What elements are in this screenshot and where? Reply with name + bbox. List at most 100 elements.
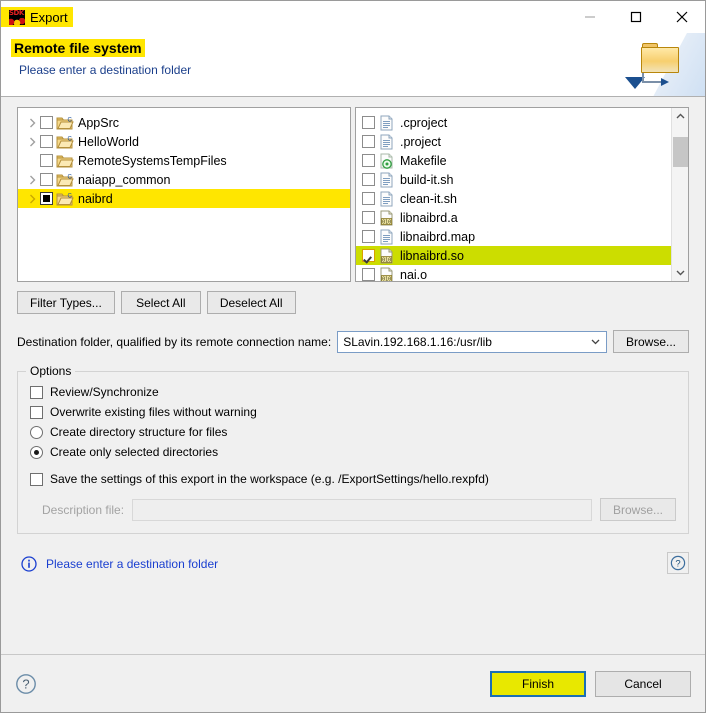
question-mark-circle-icon: ?: [16, 673, 36, 694]
file-list-pane[interactable]: .cproject .project Makefile build-it.sh clea…: [355, 107, 689, 282]
chevron-up-icon[interactable]: [672, 108, 689, 125]
chevron-right-icon[interactable]: [24, 134, 40, 150]
document-icon: [378, 172, 396, 188]
option-label: Review/Synchronize: [50, 385, 159, 399]
finish-button[interactable]: Finish: [490, 670, 586, 697]
file-row-label: Makefile: [400, 153, 447, 168]
option-create-directory-structure[interactable]: Create directory structure for files: [30, 422, 676, 442]
tree-row[interactable]: Cnaiapp_common: [18, 170, 350, 189]
file-row-label: libnaibrd.a: [400, 210, 458, 225]
cancel-button[interactable]: Cancel: [595, 670, 691, 697]
destination-combo[interactable]: SLavin.192.168.1.16:/usr/lib: [337, 330, 607, 353]
file-row-label: .cproject: [400, 115, 448, 130]
export-dialog-window: Export Remote file system Please enter a…: [0, 0, 706, 713]
checkbox-icon[interactable]: [40, 173, 53, 186]
destination-value: SLavin.192.168.1.16:/usr/lib: [343, 334, 492, 349]
document-icon: [378, 134, 396, 150]
radio-icon-selected[interactable]: [30, 445, 43, 459]
destination-label: Destination folder, qualified by its rem…: [17, 334, 332, 349]
file-row[interactable]: libnaibrd.map: [356, 227, 671, 246]
svg-text:?: ?: [675, 559, 680, 570]
tree-row-label: naiapp_common: [78, 172, 171, 187]
description-file-browse-button[interactable]: Browse...: [599, 498, 676, 521]
chevron-right-icon[interactable]: [24, 191, 40, 207]
checkbox-icon[interactable]: [40, 154, 53, 167]
tree-row[interactable]: RemoteSystemsTempFiles: [18, 151, 350, 170]
svg-text:010: 010: [382, 219, 391, 225]
file-list: .cproject .project Makefile build-it.sh clea…: [356, 108, 671, 281]
binary-icon: 010: [378, 210, 396, 226]
checkbox-icon[interactable]: [30, 472, 43, 486]
help-button-small[interactable]: ?: [667, 552, 689, 574]
file-row[interactable]: .project: [356, 132, 671, 151]
document-icon: [378, 115, 396, 131]
option-create-only-selected-directories[interactable]: Create only selected directories: [30, 442, 676, 462]
option-overwrite-existing[interactable]: Overwrite existing files without warning: [30, 402, 676, 422]
c-project-folder-icon: C: [56, 134, 74, 150]
checkbox-icon[interactable]: [362, 211, 375, 224]
option-review-synchronize[interactable]: Review/Synchronize: [30, 382, 676, 402]
option-save-settings[interactable]: Save the settings of this export in the …: [30, 469, 676, 489]
chevron-down-icon[interactable]: [672, 264, 689, 281]
destination-browse-button[interactable]: Browse...: [612, 330, 689, 353]
page-subtitle: Please enter a destination folder: [19, 63, 192, 77]
binary-icon: 010: [378, 248, 396, 264]
tree-row-label: AppSrc: [78, 115, 119, 130]
file-row[interactable]: build-it.sh: [356, 170, 671, 189]
checkbox-icon[interactable]: [362, 135, 375, 148]
maximize-icon[interactable]: [613, 1, 659, 33]
checkbox-icon-checked[interactable]: [362, 249, 375, 262]
chevron-right-icon[interactable]: [24, 115, 40, 131]
window-title: Export: [30, 9, 68, 25]
checkbox-icon[interactable]: [362, 154, 375, 167]
radio-icon[interactable]: [30, 425, 43, 439]
filter-types-button[interactable]: Filter Types...: [17, 291, 115, 314]
title-bar: Export: [1, 1, 705, 33]
tree-row[interactable]: C AppSrc: [18, 113, 350, 132]
chevron-right-icon[interactable]: [24, 172, 40, 188]
file-row[interactable]: 010 nai.o: [356, 265, 671, 281]
window-controls: [567, 1, 705, 33]
makefile-icon: [378, 153, 396, 169]
options-group: Options Review/Synchronize Overwrite exi…: [17, 364, 689, 534]
checkbox-icon[interactable]: [362, 268, 375, 281]
folder-tree-pane[interactable]: C AppSrc C HelloWorld RemoteSystemsTempFiles…: [17, 107, 351, 282]
close-icon[interactable]: [659, 1, 705, 33]
chevron-down-icon[interactable]: [586, 332, 606, 352]
file-row[interactable]: 010 libnaibrd.so: [356, 246, 671, 265]
file-row[interactable]: 010 libnaibrd.a: [356, 208, 671, 227]
description-file-input[interactable]: [132, 498, 592, 521]
checkbox-icon-partial[interactable]: [40, 192, 53, 205]
select-all-button[interactable]: Select All: [120, 291, 201, 314]
checkbox-icon[interactable]: [30, 385, 43, 399]
deselect-all-button[interactable]: Deselect All: [206, 291, 296, 314]
svg-text:010: 010: [382, 276, 391, 281]
tree-row-label: HelloWorld: [78, 134, 139, 149]
destination-row: Destination folder, qualified by its rem…: [17, 330, 689, 353]
option-label: Create only selected directories: [50, 445, 219, 459]
checkbox-icon[interactable]: [40, 135, 53, 148]
checkbox-icon[interactable]: [30, 405, 43, 419]
file-list-scrollbar[interactable]: [671, 108, 688, 281]
minimize-icon[interactable]: [567, 1, 613, 33]
scrollbar-track[interactable]: [672, 125, 689, 264]
checkbox-icon[interactable]: [362, 116, 375, 129]
c-project-folder-icon: C: [56, 115, 74, 131]
file-row[interactable]: Makefile: [356, 151, 671, 170]
arrow-icon: [625, 73, 669, 89]
file-row-label: clean-it.sh: [400, 191, 457, 206]
selection-buttons: Filter Types... Select All Deselect All: [17, 291, 689, 314]
tree-row[interactable]: C HelloWorld: [18, 132, 350, 151]
tree-row[interactable]: Cnaibrd: [18, 189, 350, 208]
checkbox-icon[interactable]: [362, 230, 375, 243]
scrollbar-thumb[interactable]: [672, 137, 688, 167]
description-file-row: Description file: Browse...: [30, 498, 676, 521]
document-icon: [378, 229, 396, 245]
file-row[interactable]: .cproject: [356, 113, 671, 132]
help-button[interactable]: ?: [15, 673, 37, 695]
file-row[interactable]: clean-it.sh: [356, 189, 671, 208]
tree-row-label: naibrd: [78, 191, 113, 206]
checkbox-icon[interactable]: [362, 173, 375, 186]
checkbox-icon[interactable]: [362, 192, 375, 205]
checkbox-icon[interactable]: [40, 116, 53, 129]
